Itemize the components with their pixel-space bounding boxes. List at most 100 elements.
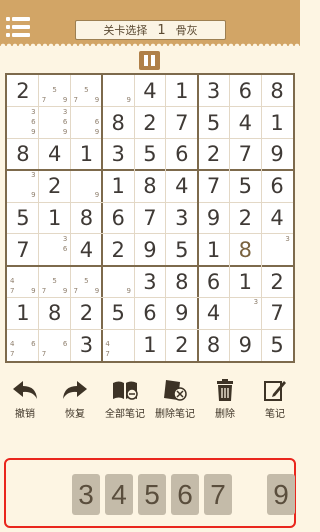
tool-pencil-note-button[interactable]: 笔记 [250, 378, 300, 420]
cell-note: 7 [105, 350, 110, 359]
cell-r3c9[interactable]: 9 [261, 139, 293, 171]
cell-r3c8[interactable]: 7 [229, 139, 261, 171]
cell-r2c2[interactable]: 369 [39, 107, 71, 139]
cell-r9c5[interactable]: 1 [134, 329, 166, 361]
cell-r3c3[interactable]: 1 [71, 139, 103, 171]
number-key-3[interactable]: 3 [72, 474, 100, 515]
cell-r2c8[interactable]: 4 [229, 107, 261, 139]
cell-r9c8[interactable]: 9 [229, 329, 261, 361]
cell-r3c1[interactable]: 8 [7, 139, 39, 171]
cell-r1c1[interactable]: 2 [7, 75, 39, 107]
number-key-4[interactable]: 4 [105, 474, 133, 515]
cell-r5c2[interactable]: 1 [39, 202, 71, 234]
cell-r1c5[interactable]: 4 [134, 75, 166, 107]
cell-r9c3[interactable]: 3 [71, 329, 103, 361]
cell-r9c1[interactable]: 4 6 7 [7, 329, 39, 361]
cell-r3c5[interactable]: 5 [134, 139, 166, 171]
cell-r8c2[interactable]: 8 [39, 297, 71, 329]
cell-r1c6[interactable]: 1 [166, 75, 198, 107]
cell-r4c7[interactable]: 7 [198, 170, 230, 202]
cell-r1c4[interactable]: 9 [102, 75, 134, 107]
level-select-pill[interactable]: 关卡选择 1 骨灰 [75, 20, 226, 40]
cell-r7c5[interactable]: 3 [134, 266, 166, 298]
cell-r7c7[interactable]: 6 [198, 266, 230, 298]
cell-r8c3[interactable]: 2 [71, 297, 103, 329]
number-key-6[interactable]: 6 [171, 474, 199, 515]
cell-r7c1[interactable]: 4 9 7 [7, 266, 39, 298]
cell-r3c6[interactable]: 6 [166, 139, 198, 171]
cell-r2c4[interactable]: 8 [102, 107, 134, 139]
cell-r4c3[interactable]: 9 [71, 170, 103, 202]
cell-r6c5[interactable]: 9 [134, 234, 166, 266]
cell-r8c1[interactable]: 1 [7, 297, 39, 329]
cell-r5c1[interactable]: 5 [7, 202, 39, 234]
cell-r5c5[interactable]: 7 [134, 202, 166, 234]
cell-note: 7 [41, 350, 47, 359]
cell-note: 3 [62, 234, 68, 243]
tool-all-notes-button[interactable]: 全部笔记 [100, 378, 150, 420]
cell-r4c4[interactable]: 1 [102, 170, 134, 202]
cell-r7c9[interactable]: 2 [261, 266, 293, 298]
cell-r5c7[interactable]: 9 [198, 202, 230, 234]
cell-r9c7[interactable]: 8 [198, 329, 230, 361]
tool-trash-button[interactable]: 删除 [200, 378, 250, 420]
cell-r7c6[interactable]: 8 [166, 266, 198, 298]
cell-r7c2[interactable]: 57 9 [39, 266, 71, 298]
cell-r2c7[interactable]: 5 [198, 107, 230, 139]
cell-r4c9[interactable]: 6 [261, 170, 293, 202]
cell-r4c6[interactable]: 4 [166, 170, 198, 202]
tool-label: 删除 [215, 409, 235, 420]
cell-r5c8[interactable]: 2 [229, 202, 261, 234]
cell-r5c9[interactable]: 4 [261, 202, 293, 234]
cell-r8c8[interactable]: 3 [229, 297, 261, 329]
cell-r1c9[interactable]: 8 [261, 75, 293, 107]
cell-r8c9[interactable]: 7 [261, 297, 293, 329]
cell-r1c7[interactable]: 3 [198, 75, 230, 107]
cell-r2c3[interactable]: 69 [71, 107, 103, 139]
menu-icon[interactable] [6, 17, 30, 37]
cell-r1c3[interactable]: 579 [71, 75, 103, 107]
cell-r9c4[interactable]: 47 [102, 329, 134, 361]
cell-r6c3[interactable]: 4 [71, 234, 103, 266]
cell-r2c6[interactable]: 7 [166, 107, 198, 139]
cell-r9c2[interactable]: 67 [39, 329, 71, 361]
cell-r6c8[interactable]: 8 [229, 234, 261, 266]
cell-r8c6[interactable]: 9 [166, 297, 198, 329]
cell-r4c1[interactable]: 39 [7, 170, 39, 202]
cell-r3c7[interactable]: 2 [198, 139, 230, 171]
cell-r1c2[interactable]: 57 9 [39, 75, 71, 107]
pause-button[interactable] [139, 51, 160, 70]
number-key-9[interactable]: 9 [267, 474, 295, 515]
number-key-5[interactable]: 5 [138, 474, 166, 515]
cell-r8c4[interactable]: 5 [102, 297, 134, 329]
cell-r4c8[interactable]: 5 [229, 170, 261, 202]
tool-redo-button[interactable]: 恢复 [50, 378, 100, 420]
tool-undo-button[interactable]: 撤销 [0, 378, 50, 420]
number-key-7[interactable]: 7 [204, 474, 232, 515]
cell-r8c5[interactable]: 6 [134, 297, 166, 329]
cell-r6c6[interactable]: 5 [166, 234, 198, 266]
cell-r5c6[interactable]: 3 [166, 202, 198, 234]
cell-r6c7[interactable]: 1 [198, 234, 230, 266]
cell-r5c4[interactable]: 6 [102, 202, 134, 234]
cell-r4c2[interactable]: 2 [39, 170, 71, 202]
cell-r3c4[interactable]: 3 [102, 139, 134, 171]
cell-r5c3[interactable]: 8 [71, 202, 103, 234]
cell-r6c2[interactable]: 36 [39, 234, 71, 266]
cell-r6c4[interactable]: 2 [102, 234, 134, 266]
cell-r6c1[interactable]: 7 [7, 234, 39, 266]
cell-r9c9[interactable]: 5 [261, 329, 293, 361]
cell-r1c8[interactable]: 6 [229, 75, 261, 107]
cell-r2c5[interactable]: 2 [134, 107, 166, 139]
cell-r6c9[interactable]: 3 [261, 234, 293, 266]
cell-r7c4[interactable]: 9 [102, 266, 134, 298]
cell-r3c2[interactable]: 4 [39, 139, 71, 171]
cell-r7c3[interactable]: 579 [71, 266, 103, 298]
cell-r2c9[interactable]: 1 [261, 107, 293, 139]
cell-r8c7[interactable]: 4 [198, 297, 230, 329]
cell-r2c1[interactable]: 369 [7, 107, 39, 139]
cell-r7c8[interactable]: 1 [229, 266, 261, 298]
cell-r4c5[interactable]: 8 [134, 170, 166, 202]
tool-delete-notes-button[interactable]: 删除笔记 [150, 378, 200, 420]
cell-r9c6[interactable]: 2 [166, 329, 198, 361]
